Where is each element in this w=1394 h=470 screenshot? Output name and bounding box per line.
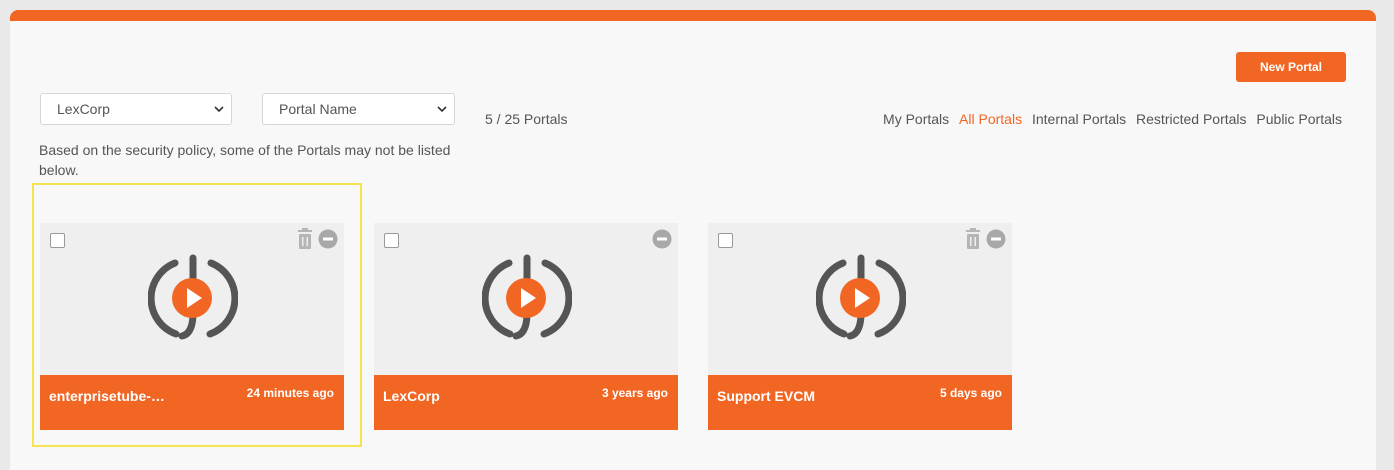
portal-count: 5 / 25 Portals bbox=[485, 111, 568, 127]
portal-logo-icon bbox=[482, 254, 572, 340]
portal-title[interactable]: enterprisetube-… bbox=[49, 388, 165, 404]
minus-circle-icon[interactable] bbox=[318, 229, 338, 249]
card-footer: Support EVCM 5 days ago bbox=[708, 375, 1012, 430]
tab-internal-portals[interactable]: Internal Portals bbox=[1032, 111, 1126, 127]
tab-my-portals[interactable]: My Portals bbox=[883, 111, 949, 127]
portal-logo-icon bbox=[148, 254, 238, 340]
company-select-value: LexCorp bbox=[57, 101, 110, 117]
select-checkbox[interactable] bbox=[50, 233, 65, 248]
chevron-down-icon bbox=[214, 106, 224, 113]
portal-filter-tabs: My Portals All Portals Internal Portals … bbox=[877, 111, 1342, 127]
portal-timestamp: 5 days ago bbox=[939, 386, 1002, 400]
top-accent-bar bbox=[10, 10, 1376, 21]
portal-card[interactable]: enterprisetube-… 24 minutes ago bbox=[40, 223, 344, 430]
chevron-down-icon bbox=[437, 106, 447, 113]
portal-timestamp: 24 minutes ago bbox=[246, 386, 334, 400]
portal-title[interactable]: LexCorp bbox=[383, 388, 440, 404]
tab-restricted-portals[interactable]: Restricted Portals bbox=[1136, 111, 1246, 127]
card-footer: enterprisetube-… 24 minutes ago bbox=[40, 375, 344, 430]
tab-all-portals[interactable]: All Portals bbox=[959, 111, 1022, 127]
tab-public-portals[interactable]: Public Portals bbox=[1256, 111, 1342, 127]
select-checkbox[interactable] bbox=[718, 233, 733, 248]
select-checkbox[interactable] bbox=[384, 233, 399, 248]
portal-card[interactable]: Support EVCM 5 days ago bbox=[708, 223, 1012, 430]
portal-title[interactable]: Support EVCM bbox=[717, 388, 815, 404]
portal-logo-icon bbox=[816, 254, 906, 340]
new-portal-button[interactable]: New Portal bbox=[1236, 52, 1346, 82]
security-notice: Based on the security policy, some of th… bbox=[39, 142, 451, 178]
portal-card[interactable]: LexCorp 3 years ago bbox=[374, 223, 678, 430]
portals-panel: New Portal LexCorp Portal Name 5 / 25 Po… bbox=[10, 10, 1376, 470]
minus-circle-icon[interactable] bbox=[986, 229, 1006, 249]
trash-icon[interactable] bbox=[964, 228, 982, 250]
sort-select[interactable]: Portal Name bbox=[262, 93, 455, 125]
sort-select-value: Portal Name bbox=[279, 101, 357, 117]
company-select[interactable]: LexCorp bbox=[40, 93, 232, 125]
portal-timestamp: 3 years ago bbox=[601, 386, 668, 400]
minus-circle-icon[interactable] bbox=[652, 229, 672, 249]
card-footer: LexCorp 3 years ago bbox=[374, 375, 678, 430]
trash-icon[interactable] bbox=[296, 228, 314, 250]
